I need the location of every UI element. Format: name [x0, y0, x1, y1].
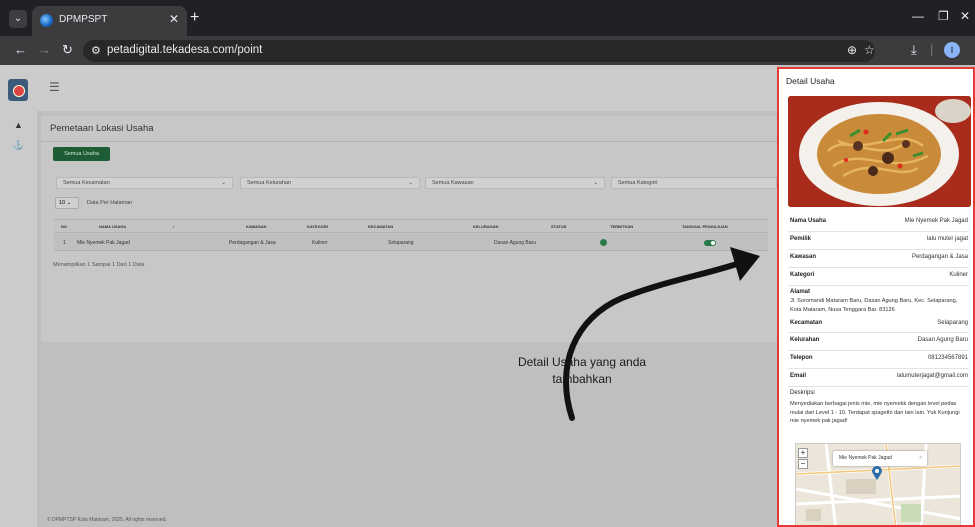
map-popup-label: Mie Nyemek Pak Jagad — [839, 455, 892, 461]
field-alamat-label: Alamat — [790, 289, 811, 295]
location-map[interactable]: + − Mie Nyemek Pak Jagad × — [795, 443, 961, 525]
detail-title: Detail Usaha — [786, 76, 835, 86]
field-deskripsi-label: Deskripsi — [790, 390, 815, 396]
food-photo-image — [788, 96, 971, 207]
arrow-shaft — [563, 260, 743, 421]
field-alamat-value: Jl. Soromandi Mataram Baru, Dasan Agung … — [790, 298, 958, 313]
map-marker-icon[interactable] — [872, 466, 882, 480]
annotation-line-2: tambahkan — [552, 372, 612, 386]
field-deskripsi-value: Menyediakan berbagai jenis mie, mie nyem… — [790, 401, 960, 425]
annotation-text: Detail Usaha yang anda tambahkan — [497, 354, 667, 388]
map-marker-popup: Mie Nyemek Pak Jagad × — [833, 451, 927, 466]
business-detail-panel: Detail Usaha Nama Usaha Mie Nyemek Pak J… — [777, 67, 975, 527]
business-photo — [788, 96, 971, 207]
zoom-in-button[interactable]: + — [798, 448, 808, 458]
annotation-line-1: Detail Usaha yang anda — [517, 355, 647, 369]
zoom-out-button[interactable]: − — [798, 459, 808, 469]
close-popup-icon[interactable]: × — [919, 451, 922, 466]
